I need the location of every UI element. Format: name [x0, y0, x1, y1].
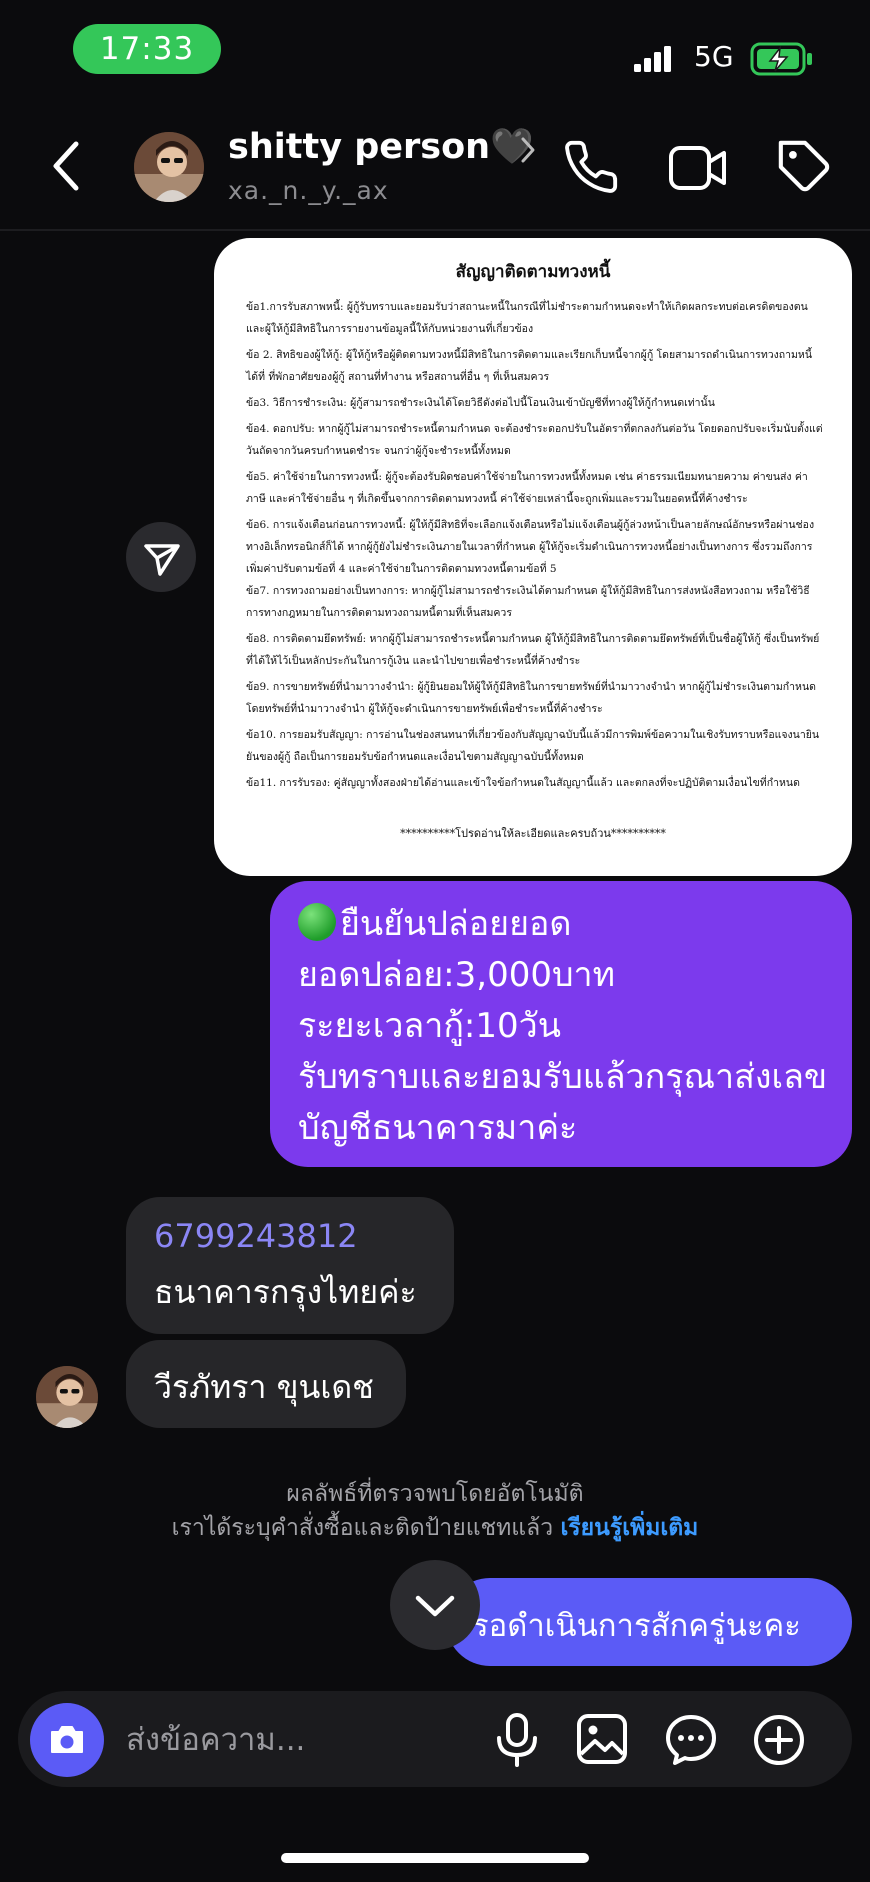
header-divider: [0, 229, 870, 231]
contract-clause: ข้อ5. ค่าใช้จ่ายในการทวงหนี้: ผู้กู้จะต้…: [246, 471, 808, 505]
contract-clause: ข้อ8. การติดตามยึดทรัพย์: หากผู้กู้ไม่สา…: [246, 633, 820, 667]
contract-image[interactable]: สัญญาติดตามทวงหนี้ ข้อ1.การรับสภาพหนี้: …: [214, 238, 852, 876]
camera-icon: [51, 1726, 83, 1753]
outgoing-message-text: ยืนยันปล่อยยอด ยอดปล่อย:3,000บาท ระยะเวล…: [298, 903, 828, 1148]
contract-footer: **********โปรดอ่านให้ละเอียดและครบถ้วน**…: [400, 827, 666, 840]
camera-button[interactable]: [30, 1703, 104, 1777]
contract-clause: ข้อ7. การทวงถามอย่างเป็นทางการ: หากผู้กู…: [246, 585, 810, 619]
contract-clause: ข้อ3. วิธีการชำระเงิน: ผู้กู้สามารถชำระเ…: [246, 397, 715, 409]
back-button[interactable]: [50, 140, 80, 192]
send-icon: [144, 544, 180, 576]
outgoing-message-bubble[interactable]: ยืนยันปล่อยยอด ยอดปล่อย:3,000บาท ระยะเวล…: [270, 881, 852, 1167]
green-circle-emoji: [298, 903, 336, 941]
incoming-message-bubble[interactable]: 6799243812 ธนาคารกรุงไทยค่ะ: [126, 1197, 454, 1334]
auto-detect-notice: ผลลัพธ์ที่ตรวจพบโดยอัตโนมัติ: [286, 1481, 584, 1507]
account-name-text: วีรภัทรา ขุนเดช: [154, 1368, 374, 1406]
home-indicator: [281, 1853, 589, 1863]
sticker-icon[interactable]: [664, 1713, 718, 1767]
video-icon[interactable]: [668, 142, 728, 194]
contract-clause: ข้อ6. การแจ้งเตือนก่อนการทวงหนี้: ผู้ให้…: [246, 519, 815, 575]
network-label: 5G: [694, 40, 734, 73]
outgoing-message-text: รอดำเนินการสักครู่นะคะ: [472, 1608, 801, 1644]
chevron-down-icon: [415, 1595, 455, 1617]
order-label-notice: เราได้ระบุคำสั่งซื้อและติดป้ายแชทแล้ว เร…: [171, 1515, 699, 1541]
plus-icon[interactable]: [752, 1713, 806, 1767]
incoming-message-bubble[interactable]: วีรภัทรา ขุนเดช: [126, 1340, 406, 1428]
contract-clause: ข้อ10. การยอมรับสัญญา: การอ่านในช่องสนทน…: [246, 729, 820, 763]
gallery-icon[interactable]: [576, 1713, 628, 1765]
account-number-link[interactable]: 6799243812: [154, 1217, 358, 1255]
contract-clause: ข้อ 2. สิทธิของผู้ให้กู้: ผู้ให้กู้หรือผ…: [246, 349, 813, 383]
phone-icon[interactable]: [562, 138, 620, 196]
contract-clause: ข้อ4. ดอกปรับ: หากผู้กู้ไม่สามารถชำระหนี…: [246, 423, 823, 457]
share-button[interactable]: [126, 522, 196, 592]
contract-clause: ข้อ11. การรับรอง: คู่สัญญาทั้งสองฝ่ายได้…: [246, 777, 800, 789]
tag-icon[interactable]: [776, 138, 834, 196]
chevron-right-icon[interactable]: [520, 136, 536, 164]
outgoing-message-bubble[interactable]: รอดำเนินการสักครู่นะคะ: [446, 1578, 852, 1666]
contract-title: สัญญาติดตามทวงหนี้: [455, 262, 611, 282]
contact-name[interactable]: shitty person🖤: [228, 126, 534, 167]
signal-icon: [634, 46, 672, 72]
learn-more-link[interactable]: เรียนรู้เพิ่มเติม: [560, 1515, 698, 1541]
status-time: 17:33: [73, 24, 221, 74]
battery-icon: [750, 42, 814, 76]
avatar[interactable]: [134, 132, 204, 202]
contract-clause: ข้อ1.การรับสภาพหนี้: ผู้กู้รับทราบและยอม…: [246, 301, 808, 335]
back-icon: [53, 141, 79, 191]
microphone-icon[interactable]: [492, 1712, 542, 1768]
message-input[interactable]: [124, 1716, 458, 1764]
contract-clause: ข้อ9. การขายทรัพย์ที่นำมาวางจำนำ: ผู้กู้…: [246, 681, 816, 715]
sender-avatar[interactable]: [36, 1366, 98, 1428]
scroll-to-bottom-button[interactable]: [390, 1560, 480, 1650]
contact-handle: xa._n._y._ax: [228, 176, 389, 205]
bank-name-text: ธนาคารกรุงไทยค่ะ: [154, 1273, 417, 1311]
